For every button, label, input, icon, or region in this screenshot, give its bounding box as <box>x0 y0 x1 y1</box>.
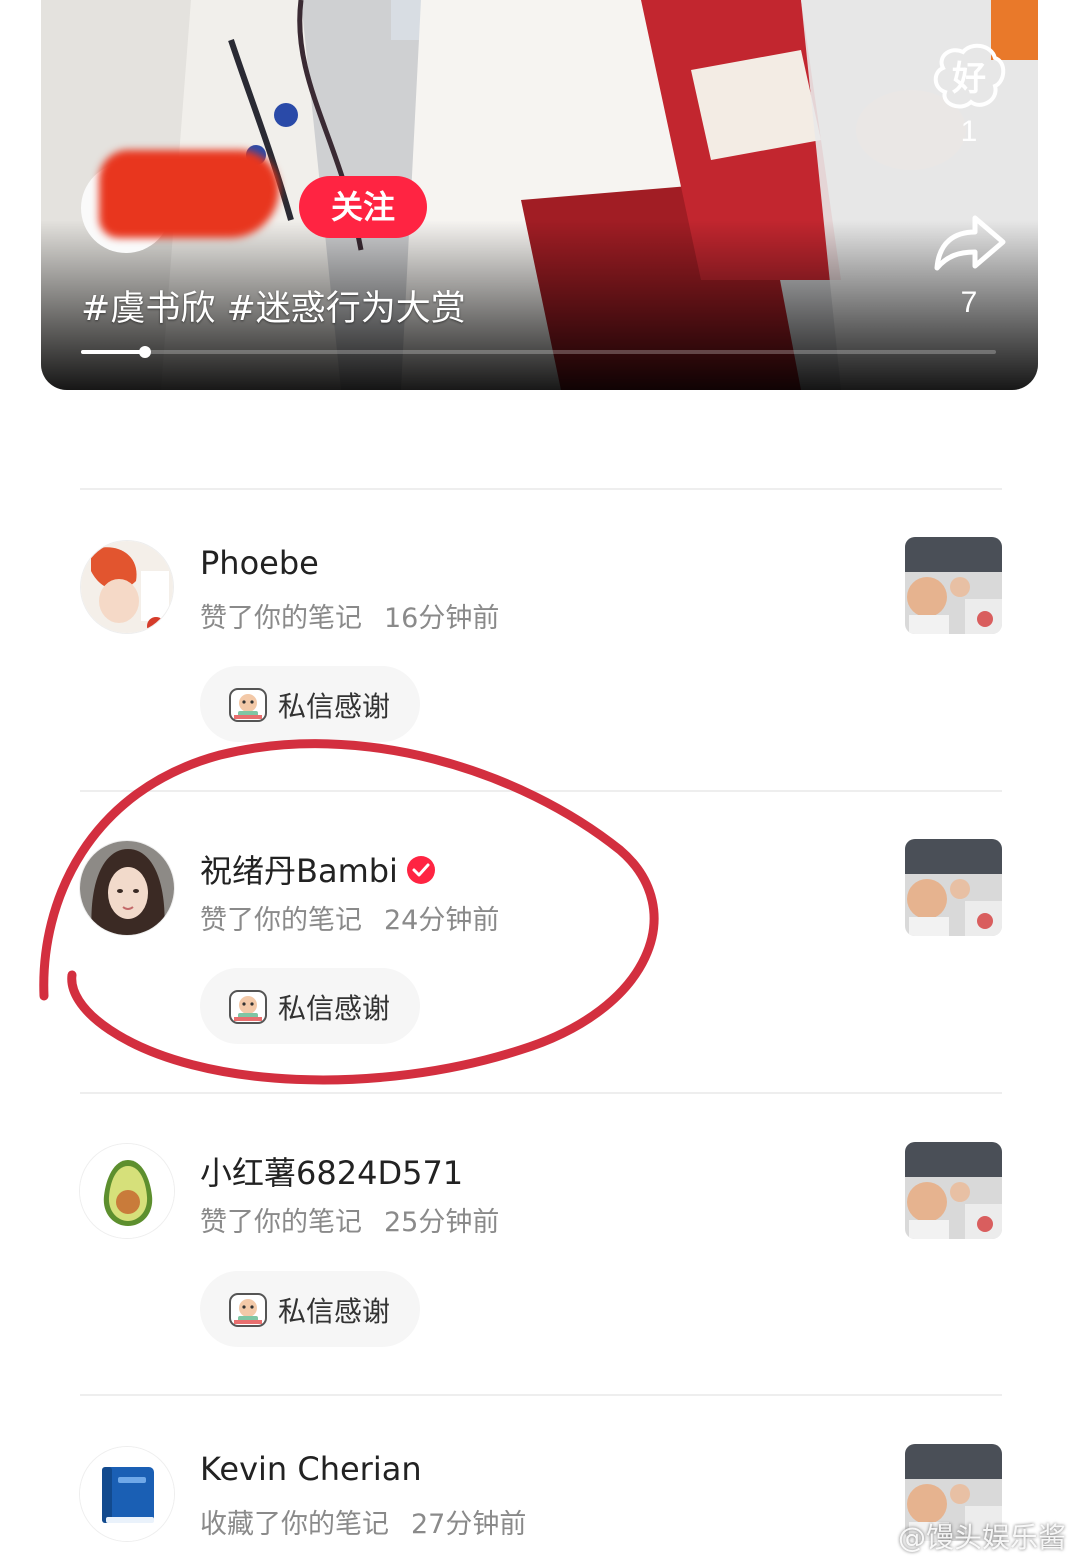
note-thumbnail[interactable] <box>905 537 1002 634</box>
user-name-text: 祝绪丹Bambi <box>200 852 398 890</box>
weibo-logo-icon <box>860 1526 898 1554</box>
activity-time: 25分钟前 <box>384 1207 500 1238</box>
activity-action: 赞了你的笔记 <box>200 603 362 634</box>
message-thanks-label: 私信感谢 <box>278 992 391 1025</box>
divider <box>80 790 1002 792</box>
video-progress-fill <box>81 350 145 354</box>
activity-time: 16分钟前 <box>384 603 500 634</box>
activity-action: 收藏了你的笔记 <box>200 1509 389 1540</box>
share-count: 7 <box>960 286 978 319</box>
user-name[interactable]: 祝绪丹Bambi <box>200 846 436 892</box>
thanks-emoji-icon <box>229 990 267 1024</box>
verified-badge-icon <box>406 856 435 884</box>
svg-text:好: 好 <box>951 59 986 99</box>
note-thumbnail[interactable] <box>905 1142 1002 1239</box>
thanks-emoji-icon <box>229 1293 267 1327</box>
activity-time: 27分钟前 <box>411 1509 527 1540</box>
message-thanks-button[interactable]: 私信感谢 <box>200 1271 420 1347</box>
watermark-text: @馒头娱乐酱 <box>898 1521 1067 1554</box>
divider <box>80 1092 1002 1094</box>
video-hashtags[interactable]: #虞书欣 #迷惑行为大赏 <box>81 280 466 331</box>
message-thanks-label: 私信感谢 <box>278 1295 391 1328</box>
avatar[interactable] <box>79 840 175 936</box>
activity-action: 赞了你的笔记 <box>200 1207 362 1238</box>
activity-time: 24分钟前 <box>384 905 500 936</box>
activity-text: 赞了你的笔记 24分钟前 <box>200 898 499 937</box>
video-player[interactable]: 关注 #虞书欣 #迷惑行为大赏 好 1 7 <box>41 0 1038 390</box>
message-thanks-button[interactable]: 私信感谢 <box>200 968 420 1044</box>
like-count: 1 <box>960 115 978 148</box>
avatar-image <box>81 541 173 633</box>
activity-action: 赞了你的笔记 <box>200 905 362 936</box>
avatar[interactable] <box>79 1143 175 1239</box>
avatar[interactable] <box>80 540 174 634</box>
message-thanks-label: 私信感谢 <box>278 690 391 723</box>
activity-text: 赞了你的笔记 16分钟前 <box>200 596 499 635</box>
message-thanks-button[interactable]: 私信感谢 <box>200 666 420 742</box>
divider <box>80 488 1002 490</box>
activity-text: 收藏了你的笔记 27分钟前 <box>200 1502 526 1541</box>
follow-button[interactable]: 关注 <box>299 176 427 238</box>
user-name[interactable]: 小红薯6824D571 <box>200 1148 463 1194</box>
divider <box>80 1394 1002 1396</box>
avatar-image <box>80 841 174 935</box>
weibo-watermark: @馒头娱乐酱 <box>860 1516 1066 1556</box>
activity-text: 赞了你的笔记 25分钟前 <box>200 1200 499 1239</box>
note-thumbnail[interactable] <box>905 839 1002 936</box>
video-progress-bar[interactable] <box>81 346 996 358</box>
redacted-author-name <box>99 150 279 238</box>
avocado-avatar-icon <box>80 1144 174 1238</box>
user-name[interactable]: Phoebe <box>200 544 319 582</box>
video-progress-knob[interactable] <box>139 346 151 358</box>
user-name[interactable]: Kevin Cherian <box>200 1450 422 1488</box>
thanks-emoji-icon <box>229 688 267 722</box>
hao-sticker-icon[interactable]: 好 <box>929 38 1009 118</box>
book-avatar-icon <box>80 1447 174 1541</box>
share-icon[interactable] <box>929 202 1009 282</box>
avatar[interactable] <box>79 1446 175 1542</box>
